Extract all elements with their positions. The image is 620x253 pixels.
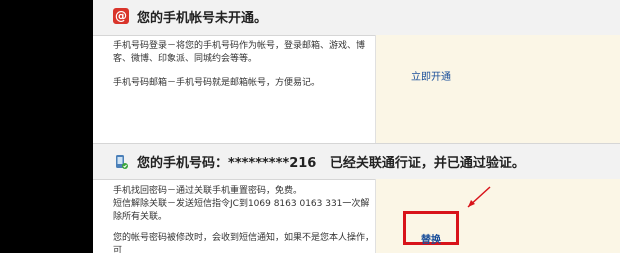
phone-account-row: 手机号码登录－将您的手机号码作为帐号，登录邮箱、游戏、博客、微博、印象派、同城约…: [93, 35, 620, 143]
section-title: 您的手机帐号未开通。: [137, 10, 268, 26]
masked-phone-number: *********216: [228, 156, 317, 171]
phone-verified-icon: [116, 154, 128, 169]
description-text: 您的帐号密码被修改时，会收到短信通知，如果不是您本人操作，可: [113, 233, 375, 253]
action-cell: 替换: [376, 179, 620, 253]
action-cell: 立即开通: [376, 35, 620, 143]
account-security-panel: @ 您的手机帐号未开通。 手机号码登录－将您的手机号码作为帐号，登录邮箱、游戏、…: [93, 0, 620, 253]
section-header-phone-account: @ 您的手机帐号未开通。: [93, 0, 620, 36]
replace-link[interactable]: 替换: [421, 231, 441, 246]
activate-now-link[interactable]: 立即开通: [411, 68, 451, 83]
at-sign-icon: @: [113, 8, 129, 24]
description-text: 短信解除关联－发送短信指令JC到1069 8163 0163 331一次解除所有…: [113, 199, 370, 222]
description-text: 手机号码邮箱－手机号码就是邮箱帐号，方便易记。: [113, 78, 321, 88]
section-header-phone-number: 您的手机号码：*********216 已经关联通行证，并已通过验证。: [93, 143, 620, 180]
title-prefix: 您的手机号码：: [137, 156, 229, 171]
description-text: 手机号码登录－将您的手机号码作为帐号，登录邮箱、游戏、博客、微博、印象派、同城约…: [113, 41, 366, 64]
title-suffix: 已经关联通行证，并已通过验证。: [329, 156, 525, 171]
section-title: 您的手机号码：*********216 已经关联通行证，并已通过验证。: [137, 152, 525, 171]
phone-number-description: 手机找回密码－通过关联手机重置密码，免费。 短信解除关联－发送短信指令JC到10…: [93, 179, 376, 253]
phone-account-description: 手机号码登录－将您的手机号码作为帐号，登录邮箱、游戏、博客、微博、印象派、同城约…: [93, 35, 376, 143]
pointer-arrow-icon: [467, 186, 491, 208]
phone-number-row: 手机找回密码－通过关联手机重置密码，免费。 短信解除关联－发送短信指令JC到10…: [93, 179, 620, 253]
description-text: 手机找回密码－通过关联手机重置密码，免费。: [113, 186, 303, 196]
